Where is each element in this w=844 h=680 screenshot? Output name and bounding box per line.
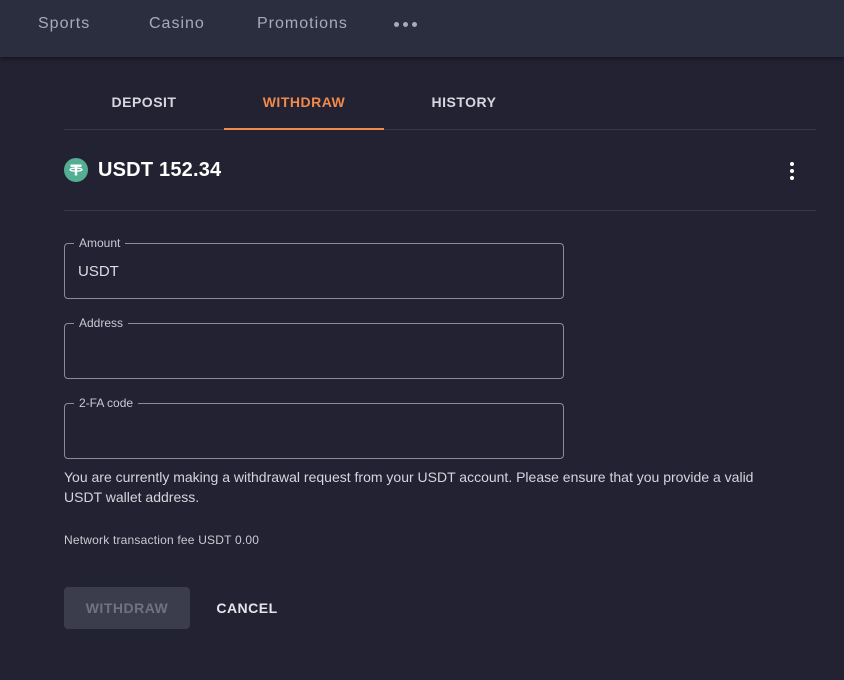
tab-withdraw[interactable]: WITHDRAW	[224, 76, 384, 130]
tab-history[interactable]: HISTORY	[384, 76, 544, 130]
withdraw-button[interactable]: WITHDRAW	[64, 587, 190, 629]
network-fee-text: Network transaction fee USDT 0.00	[64, 533, 260, 547]
twofa-field: 2-FA code	[64, 396, 564, 459]
address-field: Address	[64, 316, 564, 379]
tab-deposit[interactable]: DEPOSIT	[64, 76, 224, 130]
tether-usdt-icon	[64, 158, 88, 182]
cancel-button[interactable]: CANCEL	[206, 587, 288, 629]
nav-item-promotions[interactable]: Promotions	[257, 15, 348, 33]
nav-item-sports[interactable]: Sports	[38, 15, 90, 33]
amount-field: Amount	[64, 236, 564, 299]
more-vertical-icon[interactable]	[786, 160, 798, 182]
balance-row: USDT 152.34	[64, 130, 816, 211]
twofa-input[interactable]	[65, 404, 563, 458]
wallet-tabs: DEPOSIT WITHDRAW HISTORY	[64, 76, 816, 130]
withdrawal-info-text: You are currently making a withdrawal re…	[64, 469, 754, 505]
nav-item-casino[interactable]: Casino	[149, 15, 205, 33]
more-horizontal-icon[interactable]	[394, 22, 418, 30]
balance-amount: USDT 152.34	[98, 159, 222, 181]
address-input[interactable]	[65, 324, 563, 378]
amount-input[interactable]	[65, 244, 563, 298]
top-navigation: Sports Casino Promotions	[0, 0, 844, 57]
